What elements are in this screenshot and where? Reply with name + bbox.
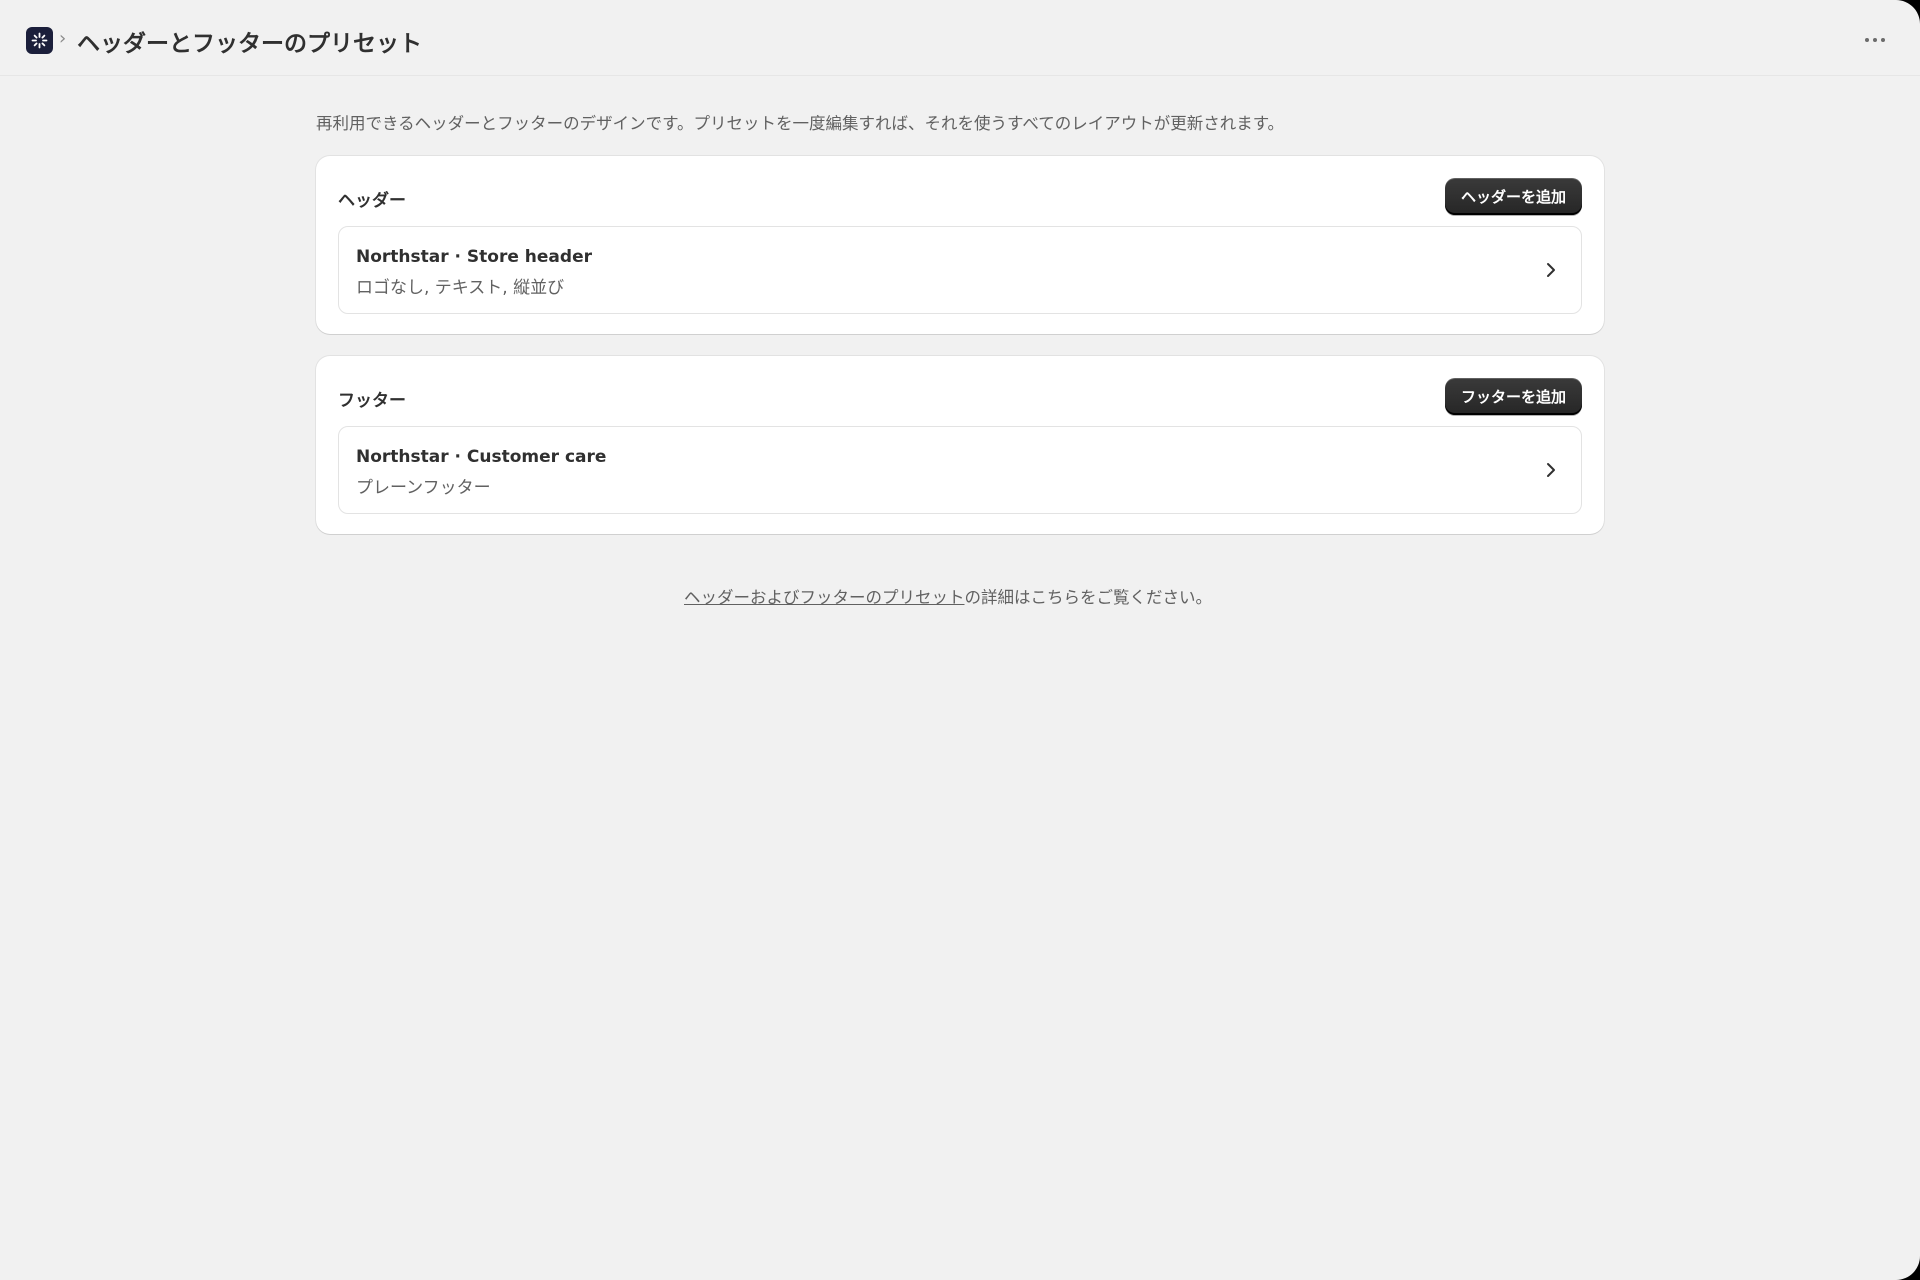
add-header-button[interactable]: ヘッダーを追加	[1444, 178, 1582, 215]
sparkle-app-icon[interactable]	[26, 27, 53, 54]
preset-row-store-header[interactable]: Northstar · Store header ロゴなし, テキスト, 縦並び	[338, 226, 1582, 314]
help-suffix: の詳細はこちらをご覧ください。	[964, 588, 1213, 607]
preset-name: Northstar · Customer care	[356, 447, 607, 467]
more-actions-button[interactable]	[1858, 26, 1892, 54]
app-window: › ヘッダーとフッターのプリセット 再利用できるヘッダーとフッターのデザインです…	[0, 0, 1920, 1280]
top-bar: › ヘッダーとフッターのプリセット	[0, 0, 1920, 76]
card-title-footer: フッター	[338, 391, 406, 411]
page-title: ヘッダーとフッターのプリセット	[77, 31, 422, 57]
chevron-right-icon	[1547, 463, 1555, 477]
ellipsis-icon	[1873, 38, 1877, 42]
footer-presets-card: フッター フッターを追加 Northstar · Customer care プ…	[316, 356, 1604, 534]
ellipsis-icon	[1881, 38, 1885, 42]
page-description: 再利用できるヘッダーとフッターのデザインです。プリセットを一度編集すれば、それを…	[316, 114, 1285, 133]
breadcrumb-separator: ›	[59, 28, 67, 49]
preset-detail: プレーンフッター	[356, 478, 491, 498]
sparkle-icon	[31, 32, 48, 49]
chevron-right-icon	[1547, 263, 1555, 277]
card-title-header: ヘッダー	[338, 191, 406, 211]
ellipsis-icon	[1865, 38, 1869, 42]
help-text: ヘッダーおよびフッターのプリセットの詳細はこちらをご覧ください。	[684, 584, 1212, 608]
preset-detail: ロゴなし, テキスト, 縦並び	[356, 278, 565, 298]
preset-name: Northstar · Store header	[356, 247, 592, 267]
add-footer-button[interactable]: フッターを追加	[1444, 378, 1582, 415]
help-link[interactable]: ヘッダーおよびフッターのプリセット	[684, 588, 965, 607]
preset-row-customer-care[interactable]: Northstar · Customer care プレーンフッター	[338, 426, 1582, 514]
header-presets-card: ヘッダー ヘッダーを追加 Northstar · Store header ロゴ…	[316, 156, 1604, 334]
